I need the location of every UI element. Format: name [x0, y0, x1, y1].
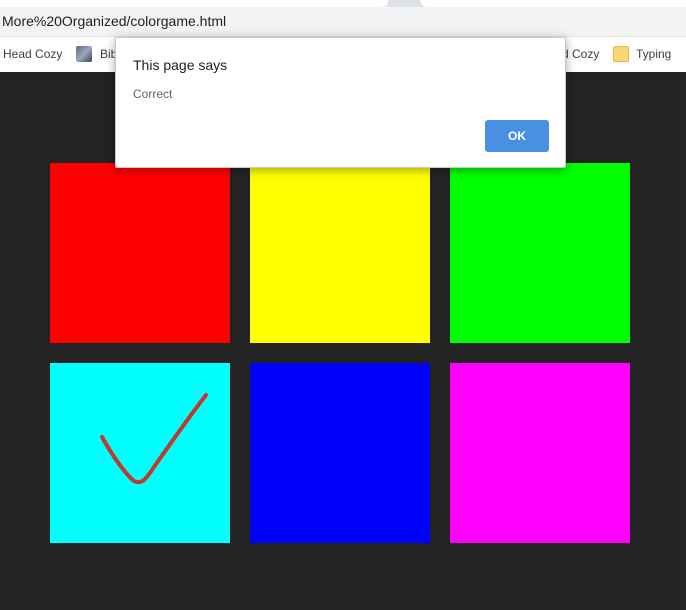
bookmark-d-cozy[interactable]: d Cozy	[562, 47, 599, 61]
bookmark-head-cozy[interactable]: Head Cozy	[3, 47, 62, 61]
tab-strip	[0, 0, 686, 7]
tab[interactable]	[420, 0, 686, 7]
image-thumbnail-icon	[76, 46, 92, 62]
red-square[interactable]	[50, 163, 230, 343]
green-square[interactable]	[450, 163, 630, 343]
magenta-square[interactable]	[450, 363, 630, 543]
dialog-title: This page says	[133, 57, 228, 73]
bookmark-typing[interactable]: Typing	[636, 47, 671, 61]
tab[interactable]	[0, 0, 388, 7]
address-text[interactable]: More%20Organized/colorgame.html	[2, 13, 226, 29]
blue-square[interactable]	[250, 363, 430, 543]
yellow-square[interactable]	[250, 163, 430, 343]
alert-dialog: This page says Correct OK	[115, 37, 566, 168]
address-bar[interactable]: More%20Organized/colorgame.html	[0, 7, 686, 37]
cyan-square[interactable]	[50, 363, 230, 543]
folder-icon	[613, 46, 629, 62]
dialog-message: Correct	[133, 87, 173, 101]
ok-button[interactable]: OK	[485, 120, 549, 152]
